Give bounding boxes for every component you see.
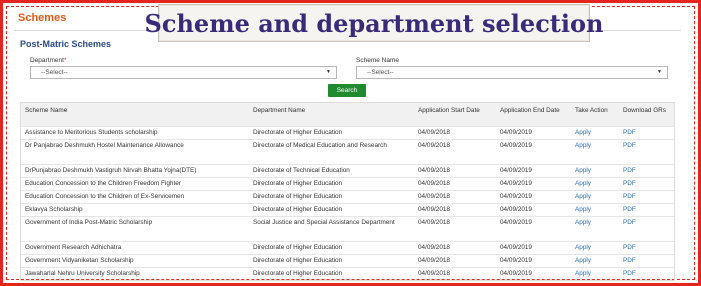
header-end-date: Application End Date	[496, 103, 571, 127]
header-start-date: Application Start Date	[414, 103, 496, 127]
apply-link[interactable]: Apply	[571, 190, 619, 204]
end-date-cell: 04/09/2019	[496, 203, 571, 217]
start-date-cell: 04/09/2018	[414, 254, 496, 268]
start-date-cell: 04/09/2018	[414, 177, 496, 191]
apply-link[interactable]: Apply	[571, 139, 619, 165]
pdf-link[interactable]: PDF	[619, 216, 674, 242]
caret-down-icon: ▼	[326, 69, 331, 75]
scheme-name-cell: Jawaharlal Nehru University Scholarship	[21, 267, 249, 280]
scheme-name-label: Scheme Name	[356, 57, 399, 64]
table-row: Government Vidyaniketan Scholarship Dire…	[21, 254, 674, 268]
table-row: Eklavya Scholarship Directorate of Highe…	[21, 203, 674, 217]
start-date-cell: 04/09/2018	[414, 241, 496, 255]
table-row: Education Concession to the Children Fre…	[21, 177, 674, 191]
header-download-grs: Download GRs	[619, 103, 674, 127]
start-date-cell: 04/09/2018	[414, 267, 496, 280]
start-date-cell: 04/09/2018	[414, 190, 496, 204]
search-button[interactable]: Search	[328, 84, 366, 97]
scheme-name-cell: Government Research Adhichatra	[21, 241, 249, 255]
end-date-cell: 04/09/2019	[496, 267, 571, 280]
schemes-table-container: Scheme Name Department Name Application …	[20, 102, 675, 281]
start-date-cell: 04/09/2018	[414, 164, 496, 178]
pdf-link[interactable]: PDF	[619, 267, 674, 280]
apply-link[interactable]: Apply	[571, 177, 619, 191]
required-mark: *	[63, 57, 67, 64]
department-cell: Directorate of Higher Education	[249, 190, 414, 204]
scheme-name-cell: DrPunjabrao Deshmukh Vastigruh Nirvah Bh…	[21, 164, 249, 178]
header-take-action: Take Action	[571, 103, 619, 127]
end-date-cell: 04/09/2019	[496, 126, 571, 140]
table-row: Government Research Adhichatra Directora…	[21, 241, 674, 255]
pdf-link[interactable]: PDF	[619, 177, 674, 191]
table-row: Education Concession to the Children of …	[21, 190, 674, 204]
apply-link[interactable]: Apply	[571, 216, 619, 242]
pdf-link[interactable]: PDF	[619, 241, 674, 255]
end-date-cell: 04/09/2019	[496, 190, 571, 204]
start-date-cell: 04/09/2018	[414, 126, 496, 140]
table-row: Dr Panjabrao Deshmukh Hostel Maintenance…	[21, 139, 674, 165]
department-select[interactable]: --Select-- ▼	[30, 66, 337, 79]
department-label: Department*	[30, 57, 67, 64]
department-cell: Directorate of Higher Education	[249, 267, 414, 280]
table-row: Assistance to Meritorious Students schol…	[21, 126, 674, 140]
title-banner-text: Scheme and department selection	[144, 8, 604, 38]
scheme-name-cell: Government of India Post-Matric Scholars…	[21, 216, 249, 242]
end-date-cell: 04/09/2019	[496, 254, 571, 268]
pdf-link[interactable]: PDF	[619, 126, 674, 140]
department-cell: Directorate of Medical Education and Res…	[249, 139, 414, 165]
start-date-cell: 04/09/2018	[414, 216, 496, 242]
table-row: Government of India Post-Matric Scholars…	[21, 216, 674, 242]
table-row: Jawaharlal Nehru University Scholarship …	[21, 267, 674, 280]
start-date-cell: 04/09/2018	[414, 139, 496, 165]
caret-down-icon: ▼	[657, 69, 662, 75]
end-date-cell: 04/09/2019	[496, 241, 571, 255]
pdf-link[interactable]: PDF	[619, 203, 674, 217]
pdf-link[interactable]: PDF	[619, 164, 674, 178]
scheme-name-cell: Dr Panjabrao Deshmukh Hostel Maintenance…	[21, 139, 249, 165]
start-date-cell: 04/09/2018	[414, 203, 496, 217]
scheme-select-value: --Select--	[367, 69, 394, 76]
department-cell: Directorate of Technical Education	[249, 164, 414, 178]
pdf-link[interactable]: PDF	[619, 139, 674, 165]
scheme-name-cell: Education Concession to the Children of …	[21, 190, 249, 204]
section-title: Schemes	[18, 12, 67, 24]
apply-link[interactable]: Apply	[571, 203, 619, 217]
department-cell: Directorate of Higher Education	[249, 126, 414, 140]
department-cell: Directorate of Higher Education	[249, 254, 414, 268]
schemes-table: Scheme Name Department Name Application …	[21, 103, 674, 280]
end-date-cell: 04/09/2019	[496, 164, 571, 178]
scheme-name-cell: Government Vidyaniketan Scholarship	[21, 254, 249, 268]
pdf-link[interactable]: PDF	[619, 254, 674, 268]
end-date-cell: 04/09/2019	[496, 139, 571, 165]
end-date-cell: 04/09/2019	[496, 177, 571, 191]
header-scheme-name: Scheme Name	[21, 103, 249, 127]
apply-link[interactable]: Apply	[571, 254, 619, 268]
apply-link[interactable]: Apply	[571, 164, 619, 178]
department-label-text: Department	[30, 57, 64, 64]
header-department-name: Department Name	[249, 103, 414, 127]
scheme-name-cell: Assistance to Meritorious Students schol…	[21, 126, 249, 140]
table-header-row: Scheme Name Department Name Application …	[21, 103, 674, 127]
table-row: DrPunjabrao Deshmukh Vastigruh Nirvah Bh…	[21, 164, 674, 178]
scheme-name-cell: Education Concession to the Children Fre…	[21, 177, 249, 191]
subsection-title: Post-Matric Schemes	[20, 39, 112, 49]
department-cell: Directorate of Higher Education	[249, 241, 414, 255]
scheme-name-cell: Eklavya Scholarship	[21, 203, 249, 217]
apply-link[interactable]: Apply	[571, 267, 619, 280]
department-cell: Social Justice and Special Assistance De…	[249, 216, 414, 242]
apply-link[interactable]: Apply	[571, 241, 619, 255]
apply-link[interactable]: Apply	[571, 126, 619, 140]
department-cell: Directorate of Higher Education	[249, 177, 414, 191]
department-cell: Directorate of Higher Education	[249, 203, 414, 217]
department-select-value: --Select--	[41, 69, 68, 76]
title-banner: Scheme and department selection	[145, 4, 603, 42]
scheme-name-select[interactable]: --Select-- ▼	[356, 66, 668, 79]
end-date-cell: 04/09/2019	[496, 216, 571, 242]
pdf-link[interactable]: PDF	[619, 190, 674, 204]
